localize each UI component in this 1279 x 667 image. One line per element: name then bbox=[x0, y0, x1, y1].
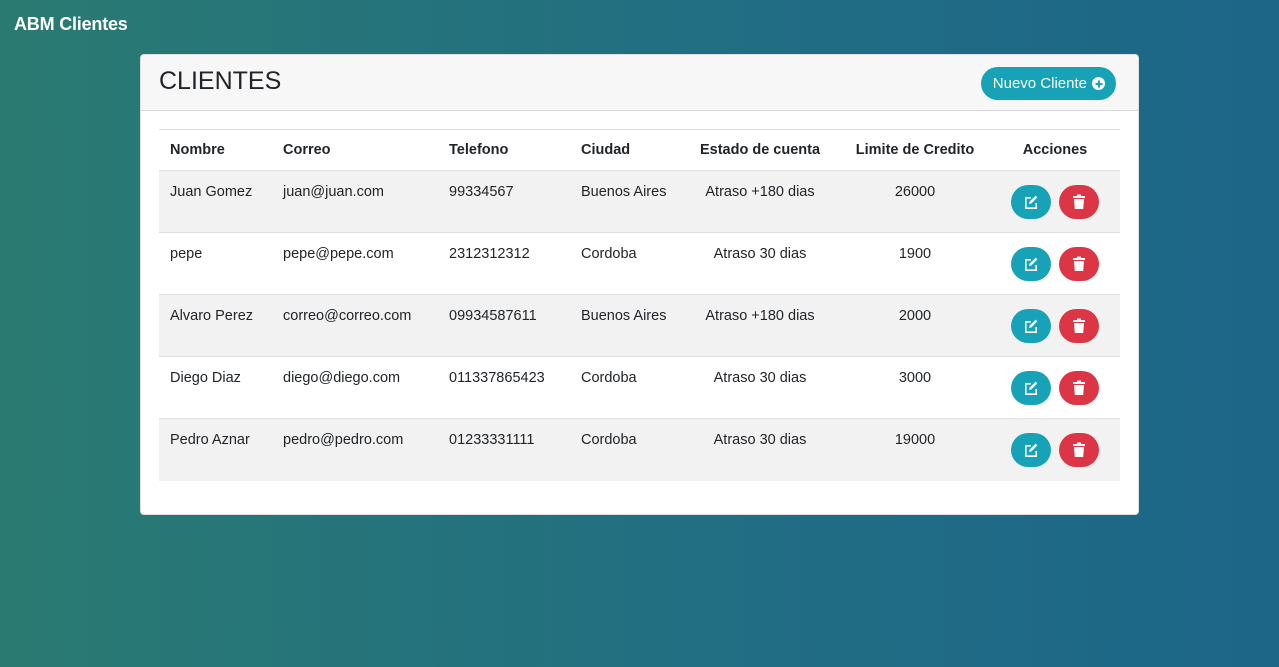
trash-icon bbox=[1073, 318, 1086, 333]
edit-button[interactable] bbox=[1010, 247, 1051, 281]
header-limite: Limite de Credito bbox=[840, 129, 990, 171]
trash-icon bbox=[1073, 380, 1086, 395]
edit-icon bbox=[1024, 443, 1038, 457]
cell-acciones bbox=[990, 171, 1120, 233]
cell-ciudad: Cordoba bbox=[570, 356, 680, 419]
cell-acciones bbox=[990, 356, 1120, 419]
new-client-label: Nuevo Cliente bbox=[992, 75, 1087, 92]
table-row: Diego Diaz diego@diego.com 011337865423 … bbox=[159, 356, 1120, 419]
cell-acciones bbox=[990, 232, 1120, 295]
cell-ciudad: Cordoba bbox=[570, 232, 680, 295]
cell-ciudad: Buenos Aires bbox=[581, 184, 667, 200]
cell-correo: juan@juan.com bbox=[283, 184, 384, 200]
edit-button[interactable] bbox=[1010, 185, 1051, 219]
edit-icon bbox=[1024, 319, 1038, 333]
edit-icon bbox=[1024, 195, 1038, 209]
cell-ciudad: Cordoba bbox=[570, 418, 680, 481]
cell-correo: correo@correo.com bbox=[272, 294, 438, 357]
edit-button[interactable] bbox=[1010, 371, 1051, 405]
cell-estado: Atraso 30 dias bbox=[680, 232, 840, 295]
page-title: CLIENTES bbox=[159, 67, 282, 95]
edit-icon bbox=[1024, 257, 1038, 271]
table-row: Alvaro Perez correo@correo.com 099345876… bbox=[159, 294, 1120, 357]
cell-nombre: pepe bbox=[159, 232, 272, 295]
trash-icon bbox=[1073, 442, 1086, 457]
cell-nombre: Juan Gomez bbox=[170, 184, 253, 200]
clients-card: CLIENTES Nuevo Cliente Nombre Correo Tel… bbox=[140, 54, 1139, 515]
clients-table-wrapper: Nombre Correo Telefono Ciudad Estado de … bbox=[159, 129, 1120, 481]
header-ciudad: Ciudad bbox=[570, 129, 680, 171]
cell-acciones bbox=[990, 294, 1120, 357]
header-telefono: Telefono bbox=[438, 129, 570, 171]
table-row: Pedro Aznar pedro@pedro.com 01233331111 … bbox=[159, 418, 1120, 481]
header-acciones: Acciones bbox=[990, 129, 1120, 171]
cell-estado: Atraso 30 dias bbox=[680, 356, 840, 419]
cell-telefono: 99334567 bbox=[449, 184, 514, 200]
cell-limite: 3000 bbox=[840, 356, 990, 419]
header-nombre: Nombre bbox=[159, 129, 272, 171]
card-header: CLIENTES Nuevo Cliente bbox=[141, 55, 1138, 111]
cell-nombre: Diego Diaz bbox=[159, 356, 272, 419]
cell-nombre: Pedro Aznar bbox=[159, 418, 272, 481]
delete-button[interactable] bbox=[1059, 185, 1100, 219]
cell-limite: 1900 bbox=[840, 232, 990, 295]
table-row: Juan Gomez juan@juan.com 99334567 Buenos… bbox=[159, 170, 1120, 233]
table-header-row: Nombre Correo Telefono Ciudad Estado de … bbox=[159, 129, 1120, 171]
delete-button[interactable] bbox=[1059, 433, 1100, 467]
header-correo: Correo bbox=[272, 129, 438, 171]
clients-table: Nombre Correo Telefono Ciudad Estado de … bbox=[159, 129, 1120, 481]
trash-icon bbox=[1073, 194, 1086, 209]
cell-estado: Atraso +180 dias bbox=[680, 294, 840, 357]
app-brand[interactable]: ABM Clientes bbox=[14, 14, 128, 35]
new-client-button[interactable]: Nuevo Cliente bbox=[980, 67, 1116, 100]
delete-button[interactable] bbox=[1059, 371, 1100, 405]
cell-correo: pedro@pedro.com bbox=[272, 418, 438, 481]
cell-limite: 26000 bbox=[894, 184, 936, 200]
table-body: Juan Gomez juan@juan.com 99334567 Buenos… bbox=[159, 170, 1120, 481]
cell-limite: 2000 bbox=[840, 294, 990, 357]
delete-button[interactable] bbox=[1059, 247, 1100, 281]
cell-ciudad: Buenos Aires bbox=[570, 294, 680, 357]
cell-nombre: Alvaro Perez bbox=[159, 294, 272, 357]
header-estado: Estado de cuenta bbox=[680, 129, 840, 171]
cell-telefono: 09934587611 bbox=[438, 294, 570, 357]
cell-telefono: 011337865423 bbox=[438, 356, 570, 419]
cell-estado: Atraso 30 dias bbox=[680, 418, 840, 481]
trash-icon bbox=[1073, 256, 1086, 271]
edit-button[interactable] bbox=[1010, 433, 1051, 467]
cell-telefono: 2312312312 bbox=[438, 232, 570, 295]
edit-icon bbox=[1024, 381, 1038, 395]
cell-limite: 19000 bbox=[840, 418, 990, 481]
plus-circle-icon bbox=[1092, 77, 1105, 90]
edit-button[interactable] bbox=[1010, 309, 1051, 343]
cell-acciones bbox=[990, 418, 1120, 481]
table-row: pepe pepe@pepe.com 2312312312 Cordoba At… bbox=[159, 232, 1120, 295]
cell-telefono: 01233331111 bbox=[438, 418, 570, 481]
cell-correo: diego@diego.com bbox=[272, 356, 438, 419]
cell-correo: pepe@pepe.com bbox=[272, 232, 438, 295]
cell-estado: Atraso +180 dias bbox=[705, 184, 815, 200]
delete-button[interactable] bbox=[1059, 309, 1100, 343]
